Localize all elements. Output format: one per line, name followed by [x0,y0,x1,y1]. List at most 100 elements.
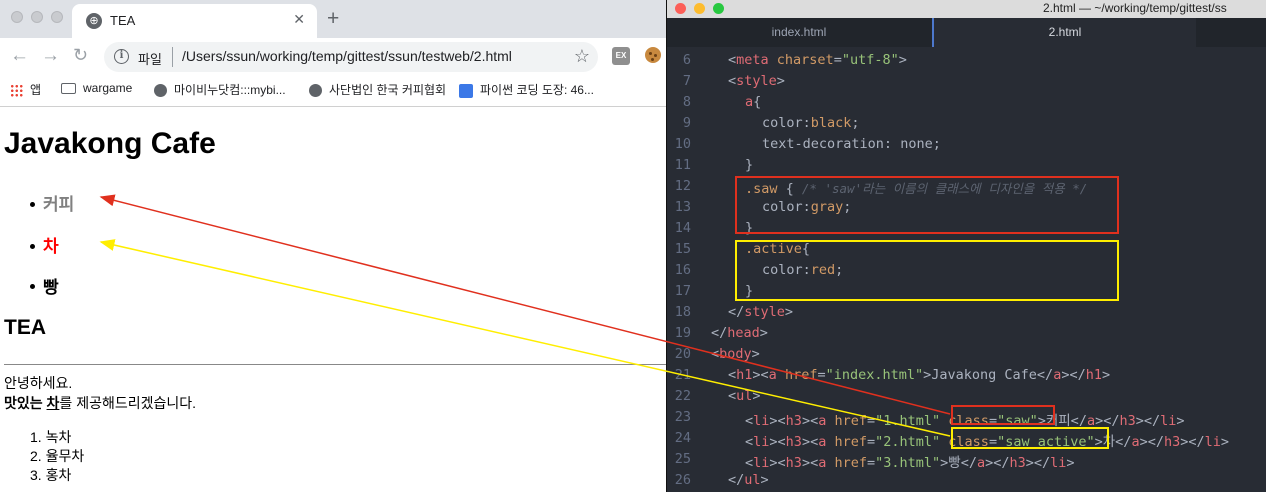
active-class-highlight-box [951,427,1109,449]
code-line-19: </head> [711,325,768,341]
url-divider [172,47,173,67]
code-token: = [817,367,826,383]
code-token: href [826,413,867,429]
code-line-6: <meta charset="utf-8"> [728,52,907,68]
bookmark-label: 마이비누닷컴:::mybi... [174,83,286,97]
code-token: body [719,346,752,362]
line-number: 11 [674,157,691,173]
code-token: > [751,346,760,362]
cookie-extension-icon[interactable] [645,47,661,63]
editor-tab-index[interactable]: index.html [667,18,931,47]
new-tab-button[interactable]: + [327,7,339,31]
code-token: : [883,136,901,152]
zoom-window-button[interactable] [51,11,63,23]
code-line-18: </style> [728,304,793,320]
code-token: color [762,115,803,131]
toolbar: ← → ↻ i 파일 /Users/ssun/working/temp/gitt… [0,38,666,76]
close-window-button[interactable] [675,3,686,14]
code-token: > [1220,434,1230,450]
code-token: </ [711,325,728,341]
line-number: 22 [674,388,691,404]
code-token: ></ [1135,413,1161,429]
description-text: 맛있는 차를 제공해드리겠습니다. [4,393,196,413]
code-token: > [1101,367,1111,383]
url-text[interactable]: /Users/ssun/working/temp/gittest/ssun/te… [182,48,512,64]
url-scheme-label: 파일 [138,52,162,67]
editor-tab-2html[interactable]: 2.html [932,18,1196,47]
extension-icon[interactable]: EX [612,47,630,65]
menu-item-tea[interactable]: 차 [43,232,59,257]
tab-strip: ⊕ TEA ✕ + [0,0,666,38]
info-icon[interactable]: i [114,49,129,64]
reload-icon[interactable]: ↻ [73,45,88,66]
code-token: >Javakong Cafe</ [923,367,1054,383]
forward-icon[interactable]: → [41,45,60,67]
page-title[interactable]: Javakong Cafe [4,127,216,161]
desc-bold: 맛있는 [4,395,47,411]
globe-icon [154,84,167,98]
editor-tab-bar: index.html 2.html [667,18,1266,47]
code-token: li [1204,434,1221,450]
zoom-window-button[interactable] [713,3,724,14]
active-rule-highlight-box [735,240,1119,301]
address-bar[interactable]: i 파일 /Users/ssun/working/temp/gittest/ss… [104,42,598,72]
code-token: charset [768,52,834,68]
menu-item-coffee[interactable]: 커피 [43,190,74,215]
code-token: } [745,157,754,173]
minimize-window-button[interactable] [694,3,705,14]
code-token: </ [728,304,745,320]
code-token: ></ [1025,455,1051,471]
bookmark-coffee-assoc[interactable]: 사단법인 한국 커피협회 [309,81,446,98]
line-number: 10 [674,136,691,152]
saw-rule-highlight-box [735,176,1119,234]
code-token: head [727,325,760,341]
code-token: < [711,346,720,362]
bookmark-python-dojo[interactable]: 파이썬 코딩 도장: 46... [459,81,594,98]
code-token: black [810,115,852,131]
code-token: > [760,472,769,488]
code-token: < [728,367,737,383]
browser-tab[interactable]: ⊕ TEA ✕ [72,4,317,38]
site-icon [459,83,473,98]
line-number: 26 [674,472,691,488]
code-token: li [753,413,770,429]
code-editor-window: 2.html — ~/working/temp/gittest/ss index… [666,0,1266,492]
menu-item-bread[interactable]: 빵 [43,273,59,298]
folder-icon [61,83,76,95]
code-token: style [736,73,777,89]
code-line-21: <h1><a href="index.html">Javakong Cafe</… [728,367,1110,383]
code-token: < [745,455,754,471]
code-line-9: color:black; [762,115,860,131]
close-window-button[interactable] [11,11,23,23]
bullet [30,244,35,249]
code-line-26: </ul> [728,472,769,488]
code-token: text-decoration [762,136,884,152]
close-icon[interactable]: ✕ [293,11,305,28]
code-token: = [833,52,842,68]
bookmark-mybinu[interactable]: 마이비누닷컴:::mybi... [154,81,286,98]
editor-title-bar: 2.html — ~/working/temp/gittest/ss [667,0,1266,18]
code-token: >< [801,455,819,471]
code-token: h3 [1163,434,1181,450]
line-number: 19 [674,325,691,341]
back-icon[interactable]: ← [10,45,29,67]
line-number: 23 [674,409,691,425]
code-token: ></ [985,455,1010,471]
bookmark-wargame[interactable]: wargame [61,81,132,95]
line-number: 20 [674,346,691,362]
code-token: a [1131,434,1140,450]
code-token: ; [851,115,860,131]
code-token: "2.html" [875,434,941,450]
bookmark-apps[interactable]: 앱 [10,81,41,98]
code-line-7: <style> [728,73,785,89]
tea-list-item: 3. 홍차 [30,467,72,483]
bookmarks-bar: 앱 wargame 마이비누닷컴:::mybi... 사단법인 한국 커피협회 … [0,76,666,107]
line-number: 8 [682,94,691,110]
line-number: 21 [674,367,691,383]
code-token: < [745,413,754,429]
code-line-25: <li><h3><a href="3.html">빵</a></h3></li> [745,451,1075,471]
minimize-window-button[interactable] [31,11,43,23]
line-number: 12 [674,178,691,194]
bookmark-label: wargame [83,81,133,95]
star-icon[interactable]: ☆ [574,46,590,67]
